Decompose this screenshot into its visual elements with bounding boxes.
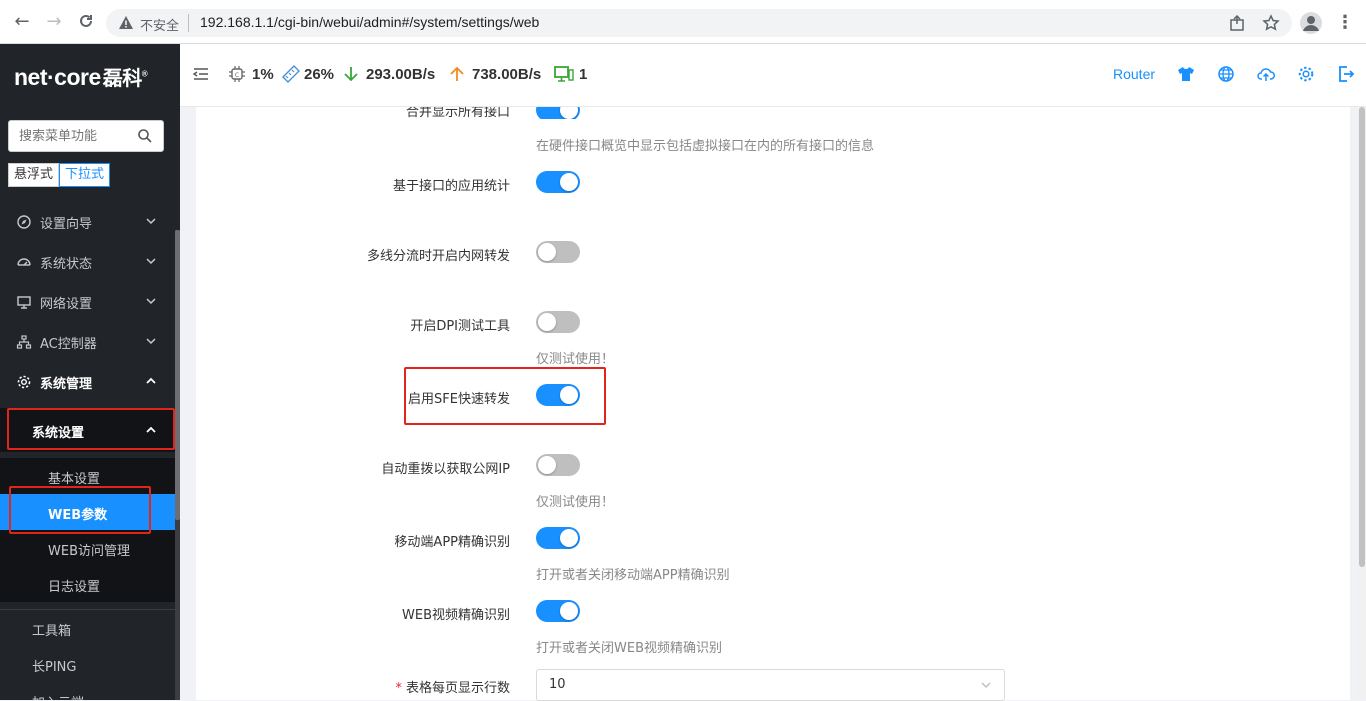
- setting-label-interface-app-stats: 基于接口的应用统计: [392, 179, 510, 194]
- toggle-mobile-app-recognition[interactable]: [536, 527, 580, 549]
- toggle-sfe-forward[interactable]: [536, 384, 580, 406]
- settings-gear-icon[interactable]: [1297, 65, 1315, 83]
- setting-label-dpi-test: 开启DPI测试工具: [410, 319, 510, 334]
- row-partial-clip: 合并显示所有接口: [196, 107, 1350, 119]
- hint-auto-redial: 仅测试使用！: [536, 495, 615, 510]
- sidebar-item-web-params[interactable]: WEB参数: [0, 494, 175, 530]
- chevron-down-icon: [146, 338, 156, 345]
- sidebar-item-ac[interactable]: AC控制器: [0, 322, 175, 362]
- logout-icon[interactable]: [1337, 65, 1355, 83]
- sidebar-item-toolbox[interactable]: 工具箱: [0, 610, 175, 646]
- gear-icon: [17, 375, 31, 389]
- required-marker: *: [395, 681, 402, 696]
- sidebar-item-status[interactable]: 系统状态: [0, 242, 175, 282]
- chevron-down-icon: [146, 218, 156, 225]
- search-icon[interactable]: [137, 128, 153, 144]
- setting-label-auto-redial: 自动重拨以获取公网IP: [381, 462, 510, 477]
- toggle-interface-app-stats[interactable]: [536, 171, 580, 193]
- setting-label-multiline-lan-forward: 多线分流时开启内网转发: [366, 249, 510, 264]
- rows-per-page-select[interactable]: 10: [536, 669, 1005, 701]
- collapse-menu-icon[interactable]: [192, 65, 210, 83]
- settings-panel: 合并显示所有接口 在硬件接口概览中显示包括虚拟接口在内的所有接口的信息 基于接口…: [196, 107, 1350, 701]
- forward-icon[interactable]: →: [44, 12, 64, 32]
- upload-rate: 738.00B/s: [472, 66, 542, 83]
- monitor-icon: [17, 296, 31, 309]
- client-count: 1: [579, 66, 588, 83]
- globe-icon[interactable]: [1217, 65, 1235, 83]
- browser-menu-icon[interactable]: ⋮: [1336, 12, 1354, 33]
- sidebar-item-long-ping[interactable]: 长PING: [0, 646, 175, 682]
- browser-toolbar: ← → 不安全 192.168.1.1/cgi-bin/webui/admin#…: [0, 0, 1366, 44]
- sidebar-item-join-cloud[interactable]: 加入云端: [0, 682, 175, 700]
- router-link[interactable]: Router: [1113, 66, 1155, 82]
- setting-label-merge-interfaces: 合并显示所有接口: [405, 107, 510, 119]
- sidebar-item-log-settings[interactable]: 日志设置: [0, 566, 175, 602]
- memory-usage: 26%: [304, 66, 335, 83]
- sidebar-item-system[interactable]: 系统管理: [0, 362, 175, 402]
- toggle-dpi-test[interactable]: [536, 311, 580, 333]
- setting-label-sfe-forward: 启用SFE快速转发: [408, 392, 510, 407]
- sidebar-scroll-thumb[interactable]: [175, 230, 180, 520]
- url-divider: [188, 14, 189, 32]
- url-text[interactable]: 192.168.1.1/cgi-bin/webui/admin#/system/…: [200, 14, 539, 30]
- warning-icon: [119, 16, 133, 29]
- sidebar-item-network[interactable]: 网络设置: [0, 282, 175, 322]
- chevron-down-icon: [981, 682, 991, 688]
- download-rate: 293.00B/s: [366, 66, 436, 83]
- toggle-merge-interfaces[interactable]: [536, 107, 580, 119]
- setting-label-rows-per-page: * 表格每页显示行数: [395, 681, 510, 696]
- page-scroll-thumb[interactable]: [1359, 107, 1365, 567]
- sidebar: net·core磊科® 悬浮式 下拉式 设置向导 系统状态 网络设置 AC控制器…: [0, 44, 180, 700]
- chevron-up-icon: [146, 377, 156, 384]
- sidebar-item-wizard[interactable]: 设置向导: [0, 202, 175, 242]
- hint-merge-interfaces: 在硬件接口概览中显示包括虚拟接口在内的所有接口的信息: [536, 139, 875, 154]
- sitemap-icon: [16, 335, 32, 349]
- clients-monitor-icon: [554, 66, 574, 82]
- mode-float-button[interactable]: 悬浮式: [8, 163, 60, 187]
- shirt-icon[interactable]: [1177, 65, 1195, 83]
- address-bar[interactable]: 不安全 192.168.1.1/cgi-bin/webui/admin#/sys…: [106, 9, 1292, 37]
- mode-dropdown-button[interactable]: 下拉式: [59, 163, 111, 187]
- toggle-multiline-lan-forward[interactable]: [536, 241, 580, 263]
- sidebar-item-system-settings[interactable]: 系统设置: [0, 408, 175, 452]
- hint-mobile-app-recognition: 打开或者关闭移动端APP精确识别: [536, 568, 730, 583]
- profile-avatar[interactable]: [1300, 12, 1322, 34]
- svg-text:C: C: [235, 72, 239, 79]
- sidebar-item-basic-settings[interactable]: 基本设置: [0, 458, 175, 494]
- upload-arrow-icon: [450, 66, 464, 81]
- setting-label-web-video-recognition: WEB视频精确识别: [402, 608, 510, 623]
- cpu-usage: 1%: [252, 66, 274, 83]
- bookmark-star-icon[interactable]: [1262, 14, 1280, 32]
- share-icon[interactable]: [1228, 14, 1246, 32]
- back-icon[interactable]: ←: [12, 12, 32, 32]
- brand-logo: net·core 磊科®: [14, 64, 148, 90]
- chevron-up-icon: [146, 426, 156, 433]
- insecure-label: 不安全: [140, 19, 180, 34]
- sidebar-item-web-access[interactable]: WEB访问管理: [0, 530, 175, 566]
- compass-icon: [17, 215, 31, 229]
- download-arrow-icon: [344, 67, 358, 82]
- menu-search-input[interactable]: [9, 121, 129, 151]
- toggle-auto-redial[interactable]: [536, 454, 580, 476]
- memory-icon: [282, 65, 300, 83]
- reload-icon[interactable]: [76, 12, 96, 32]
- hint-web-video-recognition: 打开或者关闭WEB视频精确识别: [536, 641, 722, 656]
- menu-search[interactable]: [8, 120, 164, 152]
- top-header: C 1% 26% 293.00B/s 738.00B/s 1 Router: [180, 44, 1366, 107]
- hint-dpi-test: 仅测试使用！: [536, 352, 615, 367]
- setting-label-mobile-app-recognition: 移动端APP精确识别: [394, 535, 510, 550]
- rows-per-page-value: 10: [549, 677, 566, 692]
- menu-mode-toggle: 悬浮式 下拉式: [8, 163, 111, 187]
- toggle-web-video-recognition[interactable]: [536, 600, 580, 622]
- chevron-down-icon: [146, 298, 156, 305]
- cpu-icon: C: [229, 66, 245, 82]
- dashboard-icon: [17, 258, 31, 266]
- chevron-down-icon: [146, 258, 156, 265]
- cloud-upload-icon[interactable]: [1257, 65, 1275, 83]
